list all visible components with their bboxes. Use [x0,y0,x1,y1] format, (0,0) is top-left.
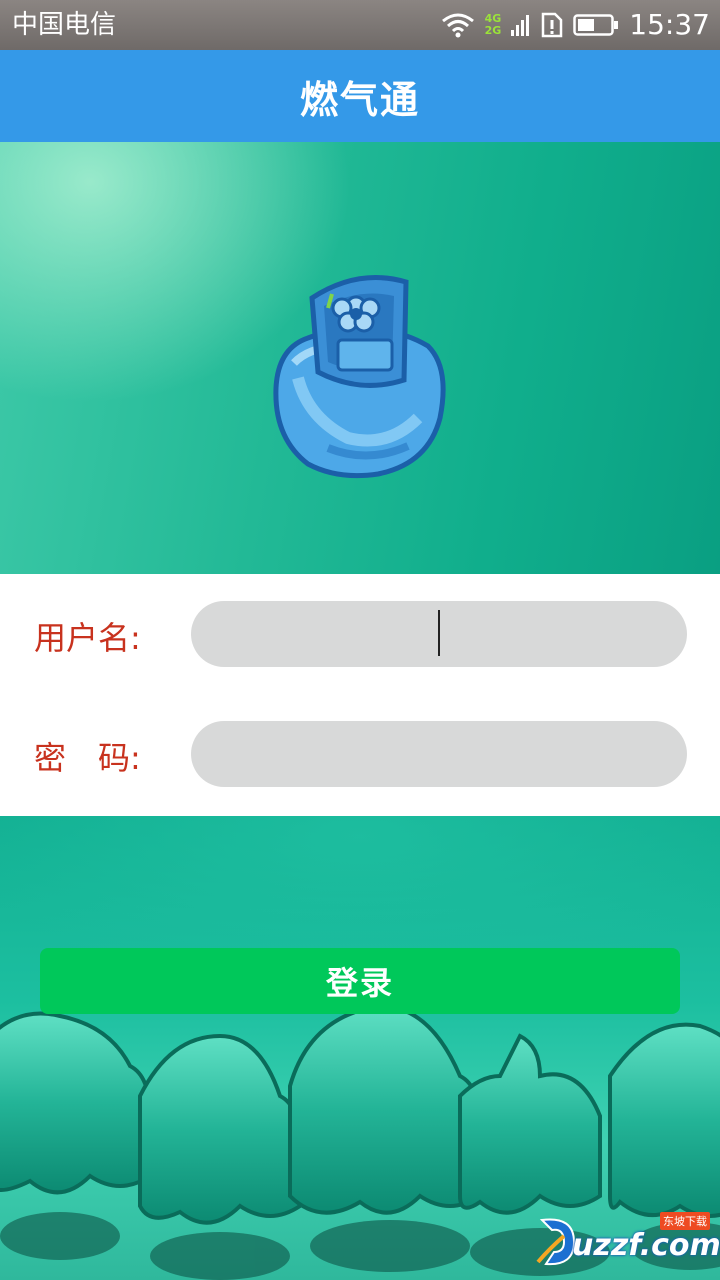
login-form: 用户名: 密 码: [0,574,720,816]
site-watermark: 东坡下载 uzzf.com [534,1210,720,1270]
gas-cylinder-icon [273,275,446,479]
status-bar: 中国电信 4G 2G 15:37 [0,0,720,50]
password-input[interactable] [191,721,687,787]
wifi-icon [441,13,474,38]
carrier-name: 中国电信 [12,10,117,40]
sim-alert-icon [542,12,563,38]
text-cursor [438,610,440,656]
hero-banner [0,142,720,574]
watermark-text: uzzf.com [572,1228,720,1263]
network-type-bottom: 2G [484,24,502,37]
status-icons: 4G 2G 15:37 [441,6,710,44]
title-bar: 燃气通 [0,50,720,142]
battery-icon [573,14,619,36]
app-title: 燃气通 [299,77,420,122]
status-time: 15:37 [629,8,710,41]
username-label: 用户名: [34,619,141,657]
network-type: 4G 2G [485,13,502,37]
signal-icon [511,15,530,36]
login-button[interactable]: 登录 [40,948,680,1014]
password-label: 密 码: [34,739,141,777]
